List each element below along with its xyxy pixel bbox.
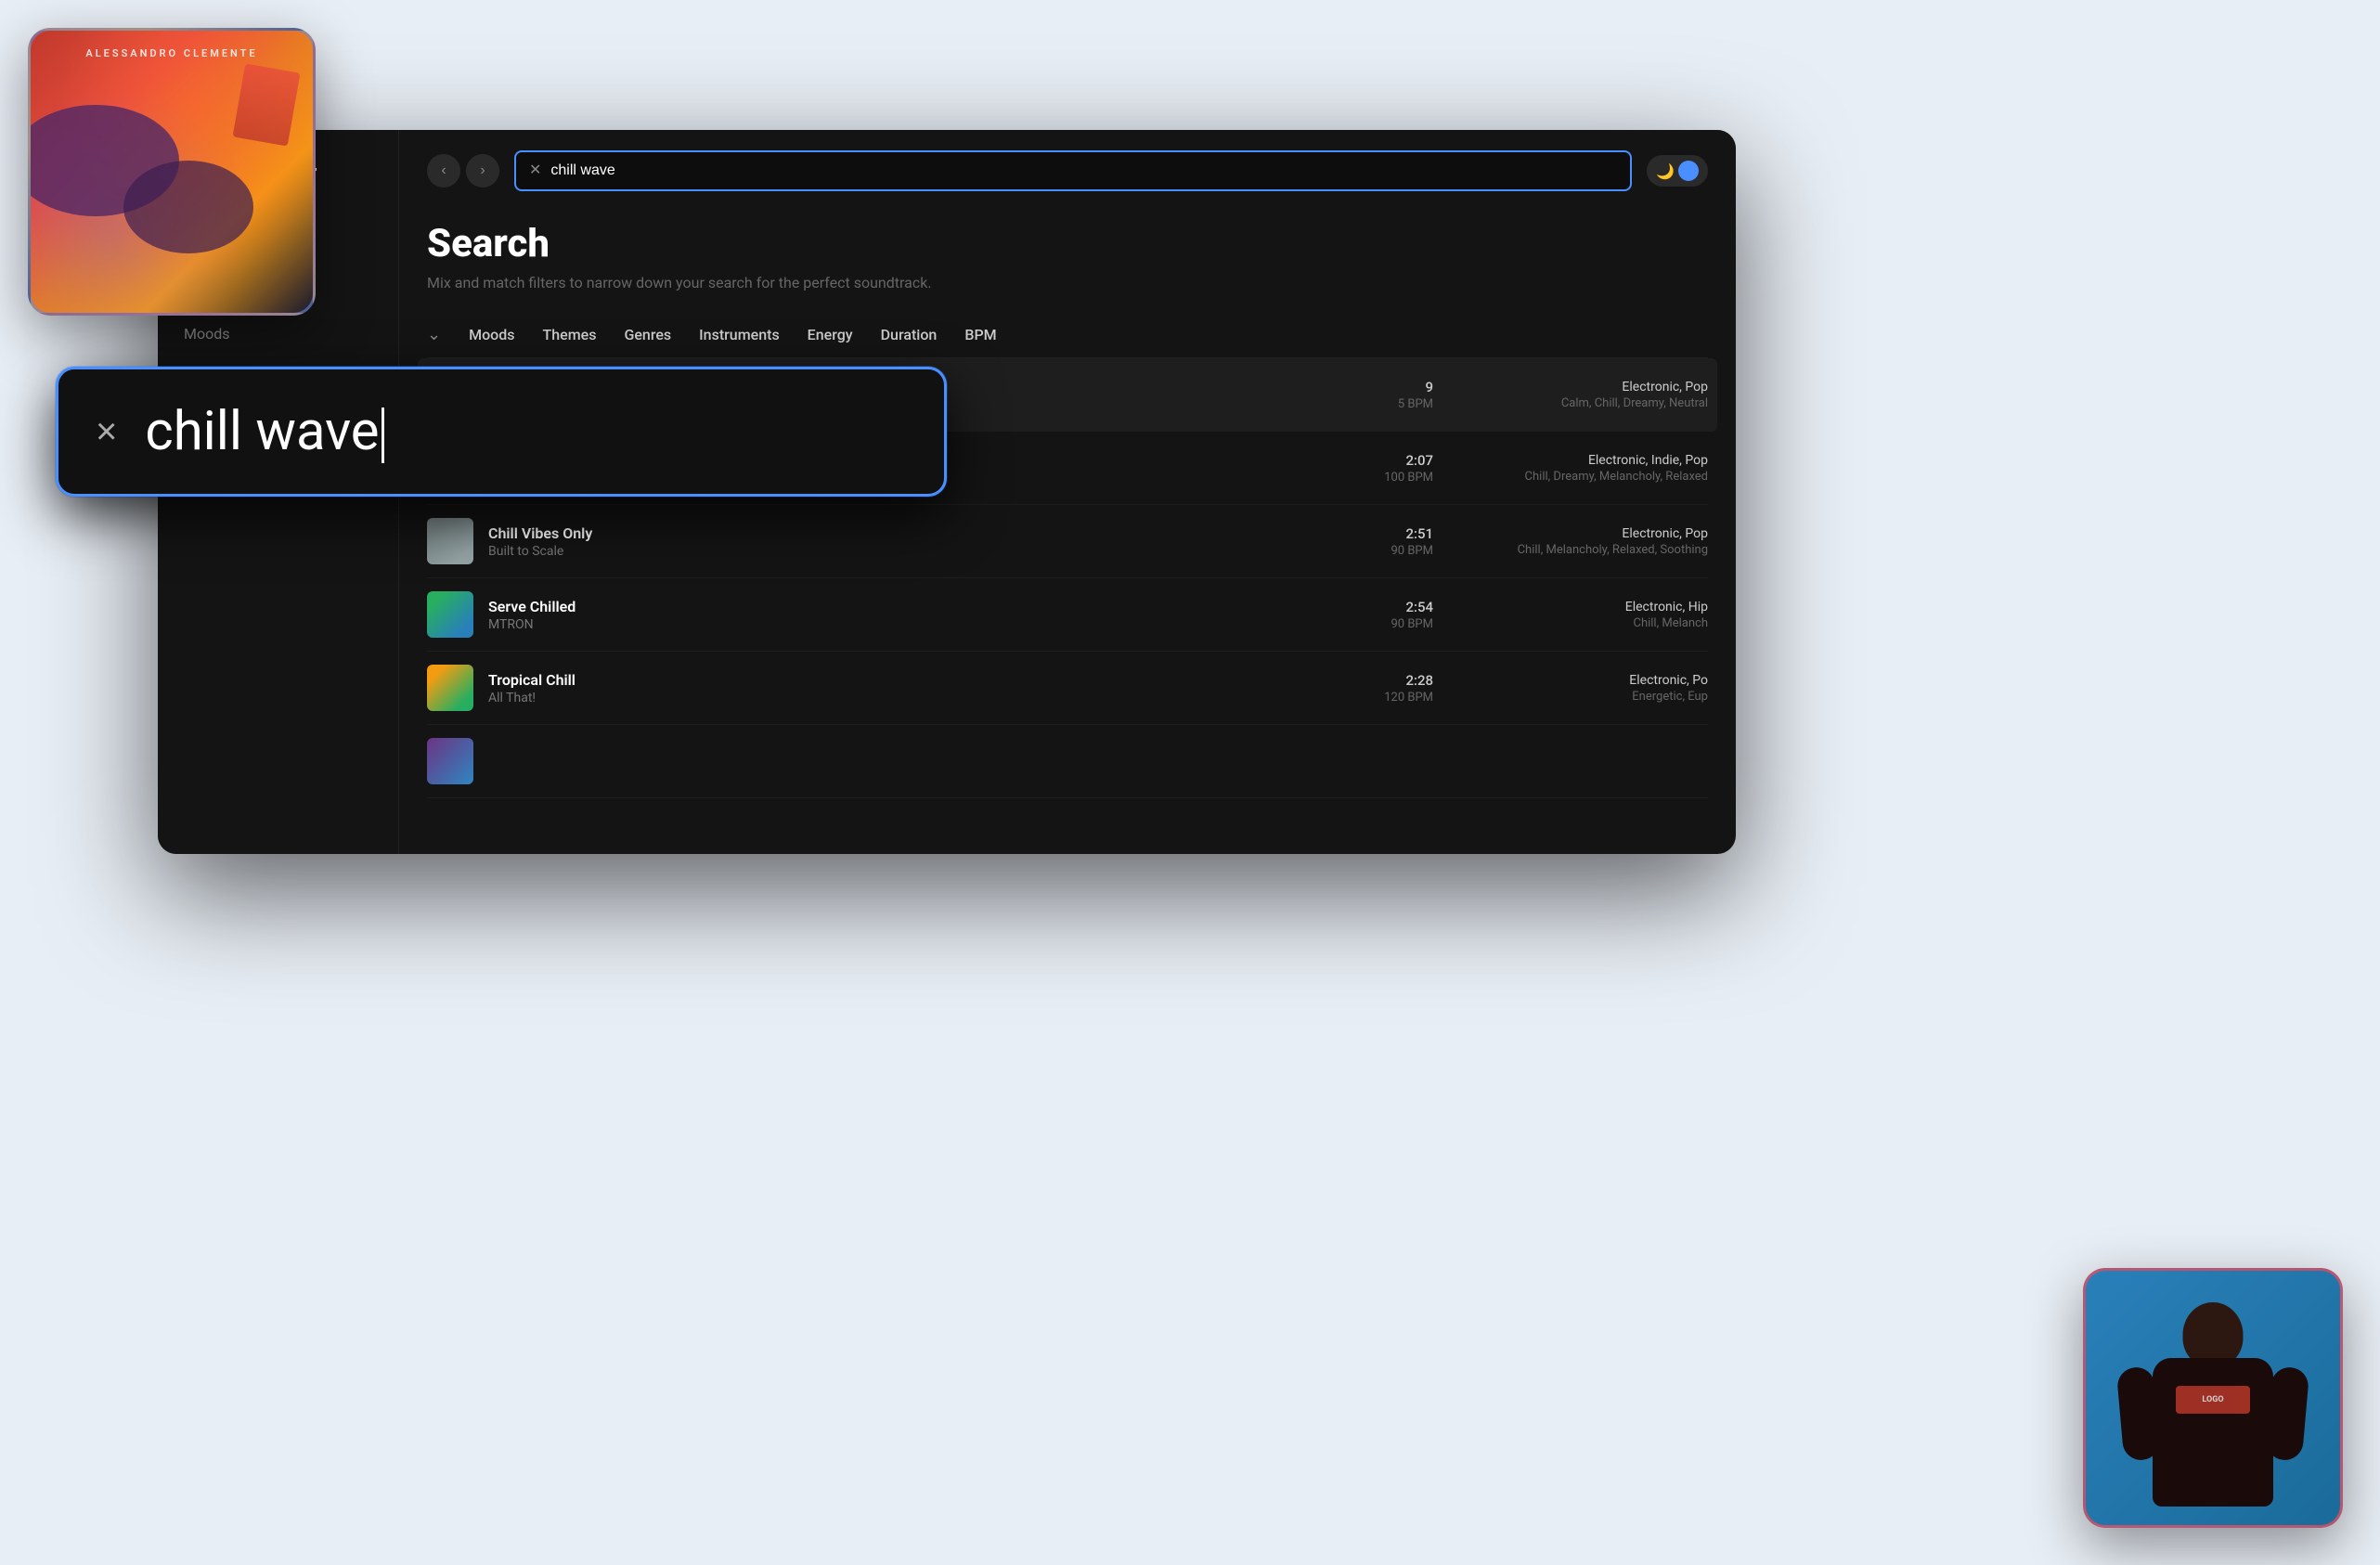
track-time: 2:51 <box>1359 525 1433 542</box>
track-time: 9 <box>1359 379 1433 395</box>
track-name: Tropical Chill <box>488 671 1344 689</box>
back-button[interactable]: ‹ <box>427 154 460 188</box>
track-artist: All That! <box>488 691 1344 705</box>
track-genre: Electronic, Pop <box>1448 526 1708 541</box>
track-mood: Chill, Dreamy, Melancholy, Relaxed <box>1448 470 1708 484</box>
track-duration: 2:28 120 BPM <box>1359 672 1433 705</box>
filter-chevron-icon[interactable]: ⌄ <box>427 325 441 344</box>
search-input[interactable] <box>550 162 1617 179</box>
filter-bar: ⌄ Moods Themes Genres Instruments Energy… <box>427 312 1708 358</box>
track-info: Tropical Chill All That! <box>488 671 1344 705</box>
track-thumbnail <box>427 738 473 784</box>
track-info <box>488 753 1708 770</box>
track-name <box>488 753 1708 770</box>
track-duration: 2:51 90 BPM <box>1359 525 1433 558</box>
album-artist-name: ALESSANDRO CLEMENTE <box>31 47 313 59</box>
track-time: 2:07 <box>1359 452 1433 469</box>
track-bpm: 90 BPM <box>1359 617 1433 631</box>
big-search-overlay[interactable]: × chill wave <box>56 367 947 497</box>
track-tags: Electronic, Pop Calm, Chill, Dreamy, Neu… <box>1448 380 1708 410</box>
search-clear-button[interactable]: ✕ <box>529 163 541 178</box>
track-mood: Chill, Melanch <box>1448 616 1708 630</box>
big-search-clear-button[interactable]: × <box>96 413 117 450</box>
track-genre: Electronic, Pop <box>1448 380 1708 394</box>
table-row[interactable]: Chill Vibes Only Built to Scale 2:51 90 … <box>427 505 1708 578</box>
search-bar[interactable]: ✕ <box>514 150 1632 191</box>
album-art-topleft: ALESSANDRO CLEMENTE <box>28 28 316 316</box>
track-info: Serve Chilled MTRON <box>488 598 1344 632</box>
avatar-bottomright: LOGO <box>2083 1268 2343 1528</box>
track-duration: 2:07 100 BPM <box>1359 452 1433 485</box>
track-thumbnail <box>427 518 473 564</box>
track-artist: MTRON <box>488 617 1344 632</box>
track-mood: Energetic, Eup <box>1448 690 1708 704</box>
track-time: 2:28 <box>1359 672 1433 689</box>
track-thumbnail <box>427 665 473 711</box>
track-tags: Electronic, Hip Chill, Melanch <box>1448 600 1708 630</box>
page-title: Search <box>427 221 1708 266</box>
track-name: Chill Vibes Only <box>488 524 1344 542</box>
filter-bpm[interactable]: BPM <box>964 326 996 343</box>
filter-moods[interactable]: Moods <box>469 326 514 343</box>
track-duration: 9 5 BPM <box>1359 379 1433 411</box>
top-bar: ‹ › ✕ 🌙 <box>399 130 1736 212</box>
theme-toggle[interactable]: 🌙 <box>1647 155 1708 187</box>
text-cursor <box>382 407 384 463</box>
page-content: Search Mix and match filters to narrow d… <box>399 212 1736 854</box>
track-tags: Electronic, Indie, Pop Chill, Dreamy, Me… <box>1448 453 1708 484</box>
track-duration: 2:54 90 BPM <box>1359 599 1433 631</box>
track-mood: Chill, Melancholy, Relaxed, Soothing <box>1448 543 1708 557</box>
track-name: Serve Chilled <box>488 598 1344 615</box>
filter-instruments[interactable]: Instruments <box>699 326 780 343</box>
track-thumbnail <box>427 591 473 638</box>
big-search-text: chill wave <box>145 400 907 463</box>
page-subtitle: Mix and match filters to narrow down you… <box>427 274 1708 291</box>
filter-duration[interactable]: Duration <box>881 326 938 343</box>
moon-icon: 🌙 <box>1656 162 1675 180</box>
nav-arrows: ‹ › <box>427 154 499 188</box>
track-info: Chill Vibes Only Built to Scale <box>488 524 1344 559</box>
filter-themes[interactable]: Themes <box>543 326 597 343</box>
theme-circle <box>1678 161 1699 181</box>
track-genre: Electronic, Po <box>1448 673 1708 688</box>
track-bpm: 5 BPM <box>1359 397 1433 411</box>
track-bpm: 120 BPM <box>1359 691 1433 705</box>
filter-energy[interactable]: Energy <box>808 326 853 343</box>
track-artist: Built to Scale <box>488 544 1344 559</box>
track-bpm: 100 BPM <box>1359 471 1433 485</box>
track-tags: Electronic, Po Energetic, Eup <box>1448 673 1708 704</box>
table-row[interactable]: Tropical Chill All That! 2:28 120 BPM El… <box>427 652 1708 725</box>
forward-button[interactable]: › <box>466 154 499 188</box>
track-genre: Electronic, Indie, Pop <box>1448 453 1708 468</box>
track-mood: Calm, Chill, Dreamy, Neutral <box>1448 396 1708 410</box>
table-row[interactable]: Serve Chilled MTRON 2:54 90 BPM Electron… <box>427 578 1708 652</box>
track-tags: Electronic, Pop Chill, Melancholy, Relax… <box>1448 526 1708 557</box>
track-bpm: 90 BPM <box>1359 544 1433 558</box>
filter-genres[interactable]: Genres <box>624 326 671 343</box>
sidebar-item-moods[interactable]: Moods <box>158 312 398 356</box>
track-genre: Electronic, Hip <box>1448 600 1708 614</box>
table-row[interactable] <box>427 725 1708 798</box>
track-time: 2:54 <box>1359 599 1433 615</box>
